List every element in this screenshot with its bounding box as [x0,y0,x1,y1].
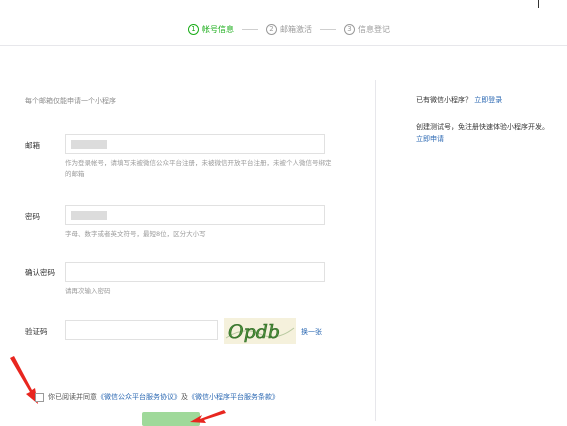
step-account-info: 1 帐号信息 [188,23,234,35]
step-number: 1 [188,23,199,35]
agreement-checkbox[interactable] [35,392,44,402]
step-label: 信息登记 [358,24,390,34]
step-number: 2 [266,23,277,35]
step-email-activation: 2 邮箱激活 [266,23,312,35]
email-field[interactable] [65,134,325,154]
miniprogram-terms-link[interactable]: 《微信小程序平台服务条款》 [188,392,279,402]
step-info-register: 3 信息登记 [344,23,390,35]
agreement-connector: 及 [181,393,188,401]
confirm-password-label: 确认密码 [25,268,55,277]
annotation-arrow-icon [190,410,226,423]
progress-steps: 1 帐号信息 2 邮箱激活 3 信息登记 [188,22,390,36]
agreement-prefix: 你已阅读并同意 [48,393,97,401]
email-label: 邮箱 [25,141,40,150]
step-label: 邮箱激活 [280,24,312,34]
step-separator [242,28,258,30]
captcha-text: Opdb [228,321,280,343]
step-number: 3 [344,23,355,35]
password-field[interactable] [65,205,325,225]
email-hint: 作为登录帐号，请填写未被微信公众平台注册，未被微信开放平台注册，未被个人微信号绑… [65,159,332,178]
masked-value [71,211,107,220]
confirm-password-field[interactable] [65,262,325,282]
have-account-text: 已有微信小程序？ 立即登录 [416,95,502,105]
form-tip: 每个邮箱仅能申请一个小程序 [25,97,116,105]
agreement-row: 你已阅读并同意 《微信公众平台服务协议》 及 《微信小程序平台服务条款》 [35,392,279,402]
captcha-label: 验证码 [25,327,48,336]
have-account-label: 已有微信小程序？ [416,96,472,104]
confirm-password-hint: 请再次输入密码 [65,287,111,295]
refresh-captcha-link[interactable]: 换一张 [301,327,322,337]
password-label: 密码 [25,212,40,221]
step-label: 帐号信息 [202,24,234,34]
apply-link[interactable]: 立即申请 [416,135,444,143]
step-separator [320,28,336,30]
test-account-text: 创建测试号，免注册快速体验小程序开发。 [416,123,549,131]
captcha-field[interactable] [65,320,218,340]
password-hint: 字母、数字或者英文符号，最短8位，区分大小写 [65,230,206,238]
login-link[interactable]: 立即登录 [474,96,502,104]
test-account-description: 创建测试号，免注册快速体验小程序开发。 立即申请 [416,121,556,145]
service-agreement-link[interactable]: 《微信公众平台服务协议》 [97,392,181,402]
masked-value [71,140,107,149]
top-bar: 1 帐号信息 2 邮箱激活 3 信息登记 [0,0,567,46]
captcha-image[interactable]: Opdb [224,318,296,344]
window-edge-mark [538,0,539,8]
column-divider [375,80,376,421]
